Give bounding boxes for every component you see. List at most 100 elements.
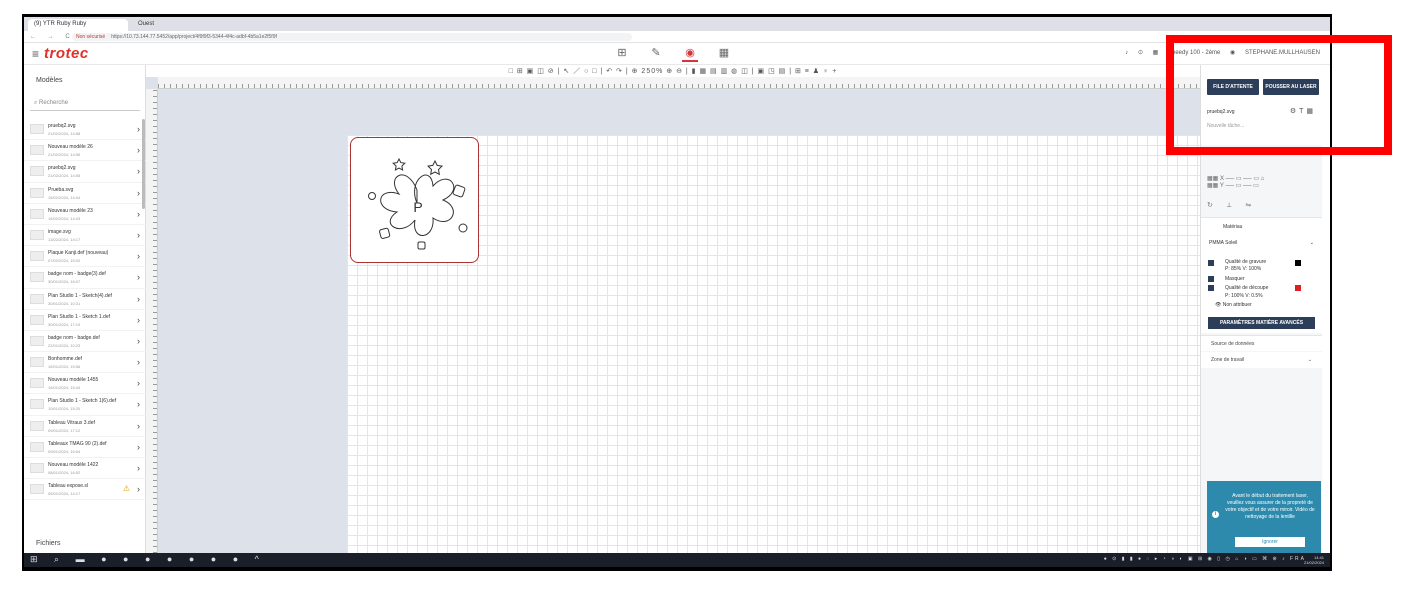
engrave-params: P: 85% V: 100%	[1225, 266, 1262, 272]
chevron-right-icon[interactable]: ›	[137, 166, 140, 176]
template-name: Prueba.svg	[48, 186, 74, 193]
template-list-item[interactable]: Tableau Vitraux 3.def 09/01/2024, 17:12 ›	[24, 416, 146, 437]
templates-panel: Modèles ⌕ Recherche pruebq2.svg 21/02/202…	[24, 65, 146, 553]
checkbox-engrave[interactable]	[1208, 260, 1214, 266]
chevron-right-icon[interactable]: ›	[137, 399, 140, 409]
chevron-right-icon[interactable]: ›	[137, 124, 140, 134]
chevron-right-icon[interactable]: ›	[137, 272, 140, 282]
template-list-item[interactable]: Plan Studio 1 - Sketch(4).def 30/01/2024,…	[24, 289, 146, 310]
design-plate[interactable]: P	[350, 137, 479, 263]
chevron-right-icon[interactable]: ›	[137, 315, 140, 325]
warning-icon: ⚠	[122, 484, 130, 494]
browser-tab-strip: (9) YTR Ruby Ruby Ouest	[24, 17, 1330, 31]
chevron-right-icon[interactable]: ›	[137, 484, 140, 494]
template-name: Nouveau modèle 23	[48, 207, 93, 214]
template-thumbnail	[30, 463, 44, 473]
template-name: Nouveau modèle 26	[48, 144, 93, 151]
notice-text: Avant le début du traitement laser, veui…	[1225, 493, 1315, 520]
template-list-item[interactable]: Plan Studio 1 - Sketch 1.def 30/01/2024, …	[24, 310, 146, 331]
system-tray[interactable]: ● ⊙ ▮ ▮ ● ◌ ▸ ◔ ◑ ◐ ▣ ⊞ ◉ ▯ ◷ ⌂ ◑ ▭ ⌘ ⊛ …	[1104, 556, 1306, 562]
menu-icon[interactable]: ≡	[32, 47, 39, 61]
template-list-item[interactable]: Plaque Kanji.def (nouveau) 07/02/2024, 15…	[24, 246, 146, 268]
template-list-item[interactable]: pruebq2.svg 21/02/2024, 14:58 ›	[24, 119, 146, 141]
highlight-box	[1166, 35, 1392, 155]
chevron-right-icon[interactable]: ›	[137, 188, 140, 198]
cleaning-notice: i Avant le début du traitement laser, ve…	[1207, 481, 1321, 553]
transform-actions[interactable]: ↻ ⟂ ⇋	[1207, 201, 1257, 210]
prepare-mode-icon[interactable]: ◉	[682, 46, 698, 62]
url-field[interactable]: Non sécurisé https://10.73.144.77.5452/ap…	[72, 33, 632, 41]
list-scrollbar[interactable]	[142, 119, 145, 209]
template-list-item[interactable]: Tableaux TMAG 90 (2).def 09/01/2024, 16:5…	[24, 437, 146, 458]
template-list-item[interactable]: image.svg 13/02/2024, 14:17 ›	[24, 225, 146, 247]
material-section: Matériau PMMA Soleil ⌄ Qualité de gravur…	[1201, 217, 1322, 333]
info-icon: i	[1212, 511, 1219, 518]
template-list-item[interactable]: pruebq2.svg 21/02/2024, 14:55 ›	[24, 161, 146, 183]
advanced-material-button[interactable]: PARAMÈTRES MATIÈRE AVANCÉS	[1208, 317, 1315, 329]
template-list-item[interactable]: Nouveau modèle 26 21/02/2024, 14:56 ›	[24, 140, 146, 162]
canvas-toolbar[interactable]: □ ⊞ ▣ ◫ ⊘ | ↖ ／ ○ □ | ↶ ↷ | ⊕ 250% ⊕ ⊖ |…	[146, 65, 1200, 77]
files-section[interactable]: Fichiers	[36, 540, 61, 547]
chevron-right-icon[interactable]: ›	[137, 463, 140, 473]
template-list-item[interactable]: Nouveau modèle 1455 15/01/2024, 15:44 ›	[24, 373, 146, 395]
template-thumbnail	[30, 166, 44, 177]
template-list-item[interactable]: Nouveau modèle 1422 08/01/2024, 16:52 ›	[24, 458, 146, 480]
chevron-right-icon[interactable]: ›	[137, 421, 140, 431]
search-input[interactable]: ⌕ Recherche	[30, 97, 140, 111]
template-list-item[interactable]: Tableau expose.sl 05/01/2024, 14:17 ⚠ ›	[24, 479, 146, 501]
data-source-row[interactable]: Source de données	[1201, 335, 1322, 351]
chevron-right-icon[interactable]: ›	[137, 145, 140, 155]
template-date: 21/02/2024, 14:55	[48, 173, 81, 179]
chevron-right-icon[interactable]: ›	[137, 357, 140, 367]
template-thumbnail	[30, 335, 44, 346]
chevron-right-icon[interactable]: ›	[137, 442, 140, 452]
browser-nav-icons[interactable]: ← → C	[30, 34, 75, 40]
template-date: 05/01/2024, 14:17	[48, 491, 81, 497]
template-list-item[interactable]: Plan Studio 1 - Sketch 1(6).def 10/01/202…	[24, 394, 146, 416]
template-date: 15/02/2024, 14:44	[48, 194, 81, 200]
color-swatch-black[interactable]	[1295, 260, 1301, 266]
workspace-grid[interactable]: P	[347, 135, 1200, 553]
grid-view-icon[interactable]: ⊞	[614, 46, 630, 62]
browser-tab-active[interactable]: (9) YTR Ruby Ruby	[28, 19, 128, 31]
taskbar-icons[interactable]: ⊞ ⌕ ▬ ● ● ● ● ● ● ● ^	[30, 554, 266, 565]
checkbox-mask[interactable]	[1208, 276, 1214, 282]
bell-icon[interactable]: ♪	[1125, 50, 1128, 56]
template-thumbnail	[30, 314, 44, 325]
browser-tab[interactable]: Ouest	[132, 19, 222, 31]
machine-icon[interactable]: ▦	[1153, 50, 1159, 56]
template-date: 15/01/2024, 15:44	[48, 385, 81, 391]
checkbox-cut[interactable]	[1208, 285, 1214, 291]
template-list-item[interactable]: badge nom - badge.def 22/01/2024, 10:23 ›	[24, 331, 146, 353]
chevron-right-icon[interactable]: ›	[137, 336, 140, 346]
position-controls[interactable]: ▦▦ X ── ▭ ── ▭ ⌂ ▦▦ Y ── ▭ ── ▭	[1207, 175, 1264, 189]
canvas-area: □ ⊞ ▣ ◫ ⊘ | ↖ ／ ○ □ | ↶ ↷ | ⊕ 250% ⊕ ⊖ |…	[146, 65, 1200, 553]
chevron-down-icon[interactable]: ⌄	[1310, 240, 1314, 246]
template-list-item[interactable]: Nouveau modèle 23 15/02/2024, 14:43 ›	[24, 204, 146, 225]
template-list-item[interactable]: Bonhomme.def 15/01/2024, 15:56 ›	[24, 352, 146, 374]
cut-quality-label: Qualité de découpe	[1225, 285, 1269, 291]
chevron-right-icon[interactable]: ›	[137, 209, 140, 219]
horizontal-ruler	[158, 77, 1200, 89]
film-mode-icon[interactable]: ▦	[716, 46, 732, 62]
flower-design[interactable]: P	[351, 138, 480, 264]
work-zone-row[interactable]: Zone de travail ⌄	[1201, 352, 1322, 368]
material-select[interactable]: PMMA Soleil	[1209, 240, 1237, 246]
chevron-right-icon[interactable]: ›	[137, 378, 140, 388]
color-swatch-red[interactable]	[1295, 285, 1301, 291]
template-name: Plan Studio 1 - Sketch(4).def	[48, 292, 112, 299]
help-icon[interactable]: ⊙	[1138, 50, 1143, 56]
template-list-item[interactable]: badge nom - badge(3).def 30/01/2024, 16:0…	[24, 267, 146, 289]
chevron-right-icon[interactable]: ›	[137, 230, 140, 240]
ignore-button[interactable]: Ignorer	[1235, 537, 1305, 547]
chevron-right-icon[interactable]: ›	[137, 294, 140, 304]
template-list-item[interactable]: Prueba.svg 15/02/2024, 14:44 ›	[24, 183, 146, 204]
chevron-right-icon[interactable]: ›	[137, 251, 140, 261]
template-date: 09/01/2024, 16:54	[48, 448, 81, 454]
design-mode-icon[interactable]: ✎	[648, 46, 664, 62]
template-date: 22/01/2024, 10:23	[48, 342, 81, 348]
unassigned-text: Non attribuer	[1222, 302, 1252, 308]
taskbar-clock[interactable]: 14:41 21/02/2024	[1304, 555, 1324, 565]
template-name: Nouveau modèle 1422	[48, 462, 99, 468]
template-thumbnail	[30, 208, 44, 219]
